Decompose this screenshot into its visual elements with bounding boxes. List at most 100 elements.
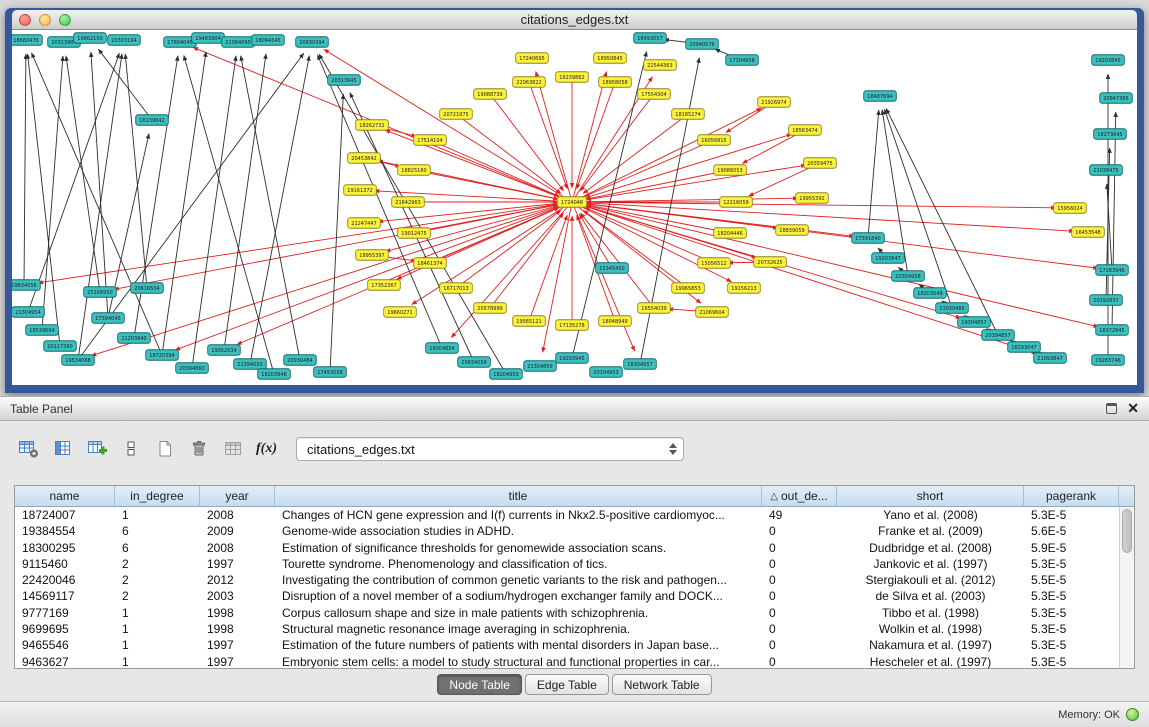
graph-edge[interactable] [330,94,343,372]
close-window-button[interactable] [19,14,31,26]
graph-node[interactable]: 18203948 [258,369,291,380]
graph-node[interactable]: 18372645 [1096,325,1129,336]
graph-node[interactable]: 20394857 [982,330,1015,341]
graph-node[interactable]: 20104953 [590,367,623,378]
new-column-icon[interactable] [82,435,111,463]
graph-node[interactable]: 19203845 [1092,55,1125,66]
graph-edge[interactable] [98,49,152,120]
graph-node[interactable]: 21642963 [392,197,425,208]
graph-node[interactable]: 17394045 [92,313,125,324]
graph-edge[interactable] [536,71,572,202]
tab-edge-table[interactable]: Edge Table [525,674,609,695]
import-table-icon[interactable] [218,435,247,463]
network-canvas-area[interactable]: 1724046162398621895805817554304181852741… [12,30,1137,385]
graph-node[interactable]: 20940576 [686,39,719,50]
graph-node[interactable]: 18539604 [26,325,59,336]
graph-node[interactable]: 20304958 [892,271,925,282]
column-header-short[interactable]: short [837,486,1024,507]
tab-node-table[interactable]: Node Table [437,674,522,695]
graph-node[interactable]: 19203945 [556,353,589,364]
graph-node[interactable]: 20830394 [296,37,329,48]
graph-node[interactable]: 18273645 [1094,129,1127,140]
graph-node[interactable]: 16139842 [136,115,169,126]
graph-node[interactable]: 19483904 [192,33,225,44]
graph-node[interactable]: 17283946 [1096,265,1129,276]
delete-table-icon[interactable] [184,435,213,463]
graph-node[interactable]: 1724046 [557,197,586,208]
column-header-year[interactable]: year [200,486,275,507]
graph-node[interactable]: 21394050 [234,359,267,370]
graph-node[interactable]: 19965853 [672,283,705,294]
column-header-in_degree[interactable]: in_degree [115,486,200,507]
graph-edge[interactable] [66,56,100,292]
graph-node[interactable]: 19283746 [1092,355,1125,366]
graph-node[interactable]: 18204446 [714,228,747,239]
graph-node[interactable]: 18304957 [624,359,657,370]
graph-node[interactable]: 19862150 [74,33,107,44]
graph-node[interactable]: 19834056 [12,280,40,291]
table-select-dropdown[interactable]: citations_edges.txt [296,437,684,461]
graph-node[interactable]: 18094345 [252,35,285,46]
graph-edge[interactable] [490,94,564,191]
table-row[interactable]: 946362711997Embryonic stem cells: a mode… [15,654,1134,669]
graph-node[interactable]: 19203847 [872,253,905,264]
graph-edge[interactable] [640,58,699,364]
table-row[interactable]: 977716911998Corpus callosum shape and si… [15,605,1134,621]
graph-edge[interactable] [572,72,606,202]
graph-node[interactable]: 21039485 [936,303,969,314]
graph-edge[interactable] [38,202,572,283]
graph-node[interactable]: 17391840 [852,233,885,244]
graph-node[interactable]: 17135278 [556,320,589,331]
graph-edge[interactable] [868,110,879,238]
graph-node[interactable]: 20313945 [328,75,361,86]
scrollbar-thumb[interactable] [1122,509,1132,553]
graph-edge[interactable] [529,82,567,189]
table-row[interactable]: 946554611997Estimation of the future num… [15,637,1134,653]
graph-node[interactable]: 18955397 [356,250,389,261]
graph-node[interactable]: 18204953 [490,369,523,380]
graph-edge[interactable] [42,56,63,330]
graph-node[interactable]: 20192837 [1090,295,1123,306]
table-row[interactable]: 1830029562008Estimation of significance … [15,540,1134,556]
graph-node[interactable]: 16239862 [556,72,589,83]
graph-node[interactable]: 18487694 [864,91,897,102]
window-titlebar[interactable]: citations_edges.txt [12,10,1137,30]
graph-node[interactable]: 16554039 [638,303,671,314]
network-canvas[interactable]: 1724046162398621895805817554304181852741… [12,30,1137,385]
graph-node[interactable]: 22063822 [513,77,546,88]
graph-node[interactable]: 18680476 [12,35,42,46]
graph-node[interactable]: 19088739 [474,89,507,100]
graph-node[interactable]: 18185274 [672,109,705,120]
graph-node[interactable]: 19304857 [958,317,991,328]
graph-node[interactable]: 16717013 [440,283,473,294]
graph-node[interactable]: 19086053 [714,165,747,176]
table-row[interactable]: 1872400712008Changes of HCN gene express… [15,507,1134,523]
graph-node[interactable]: 15056512 [698,258,731,269]
column-header-pagerank[interactable]: pagerank [1024,486,1119,507]
graph-node[interactable]: 18203049 [914,288,947,299]
graph-node[interactable]: 22544363 [644,60,677,71]
table-row[interactable]: 911546021997Tourette syndrome. Phenomeno… [15,556,1134,572]
table-row[interactable]: 1456911722003Disruption of a novel membe… [15,588,1134,604]
table-row[interactable]: 969969511998Structural magnetic resonanc… [15,621,1134,637]
close-panel-icon[interactable]: ✕ [1127,403,1139,414]
graph-node[interactable]: 21203940 [118,333,151,344]
graph-edge[interactable] [580,94,654,191]
graph-node[interactable]: 18563474 [789,125,822,136]
table-settings-icon[interactable] [14,435,43,463]
graph-edge[interactable] [572,198,798,202]
graph-node[interactable]: 19565121 [513,316,546,327]
column-header-name[interactable]: name [15,486,115,507]
graph-node[interactable]: 18048949 [599,316,632,327]
graph-node[interactable]: 18839059 [776,225,809,236]
show-columns-icon[interactable] [48,435,77,463]
graph-node[interactable]: 18958058 [599,77,632,88]
graph-node[interactable]: 21093847 [1034,353,1067,364]
table-row[interactable]: 1938455462009Genome-wide association stu… [15,523,1134,539]
graph-node[interactable]: 15956024 [1054,203,1087,214]
graph-node[interactable]: 20834059 [458,357,491,368]
graph-edge[interactable] [32,53,162,355]
graph-edge[interactable] [162,52,206,355]
graph-node[interactable]: 20721975 [440,109,473,120]
graph-edge[interactable] [319,54,506,374]
